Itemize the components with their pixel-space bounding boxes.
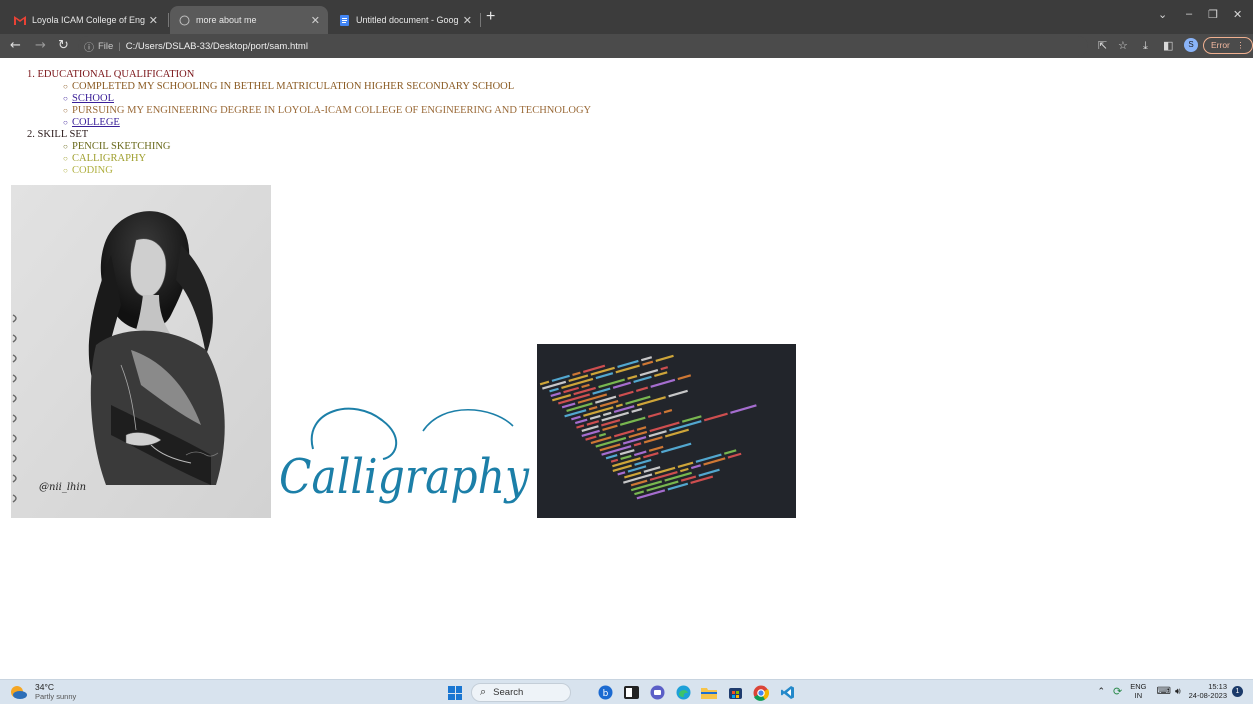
pencil-sketch-image: @nii_lhin: [11, 185, 271, 518]
weather-temp: 34°C: [35, 682, 54, 692]
share-icon[interactable]: ⇱: [1098, 39, 1107, 53]
tab-strip: Loyola ICAM College of Engineer ✕ more a…: [0, 0, 1253, 34]
tab-title: Loyola ICAM College of Engineer: [32, 15, 145, 25]
download-icon[interactable]: ⤓: [1143, 39, 1148, 53]
list-item-text: PENCIL SKETCHING: [72, 141, 171, 152]
tab-title: Untitled document - Google Doc: [356, 15, 459, 25]
circle-bullet-icon: ○: [63, 106, 68, 115]
url-scheme: File: [98, 40, 114, 52]
microsoft-store-icon[interactable]: [726, 684, 744, 701]
section-heading-education: 1. EDUCATIONAL QUALIFICATION: [27, 69, 195, 80]
taskbar-search[interactable]: ⌕ Search: [471, 683, 571, 702]
restore-icon[interactable]: ❐: [1208, 8, 1218, 21]
windows-start-icon[interactable]: [448, 686, 462, 700]
copilot-icon[interactable]: ⟳: [1113, 685, 1122, 698]
minimize-icon[interactable]: –: [1186, 8, 1192, 20]
tab-divider: [168, 13, 169, 27]
docs-icon: [338, 14, 350, 26]
error-label: Error: [1211, 40, 1230, 50]
list-item: ○ SCHOOL: [63, 93, 591, 105]
vscode-icon[interactable]: [778, 684, 796, 701]
section-heading-skills: 2. SKILL SET: [27, 129, 89, 140]
notification-badge[interactable]: 1: [1232, 685, 1243, 697]
circle-bullet-icon: ○: [63, 154, 68, 163]
list-item: ○ PENCIL SKETCHING: [63, 141, 591, 153]
circle-bullet-icon: ○: [63, 82, 68, 91]
url-text: C:/Users/DSLAB-33/Desktop/port/sam.html: [125, 40, 308, 52]
page-content: 1. EDUCATIONAL QUALIFICATION ○ COMPLETED…: [0, 58, 1253, 679]
profile-avatar[interactable]: S: [1184, 38, 1198, 52]
address-bar[interactable]: ⓘ File | C:/Users/DSLAB-33/Desktop/port/…: [78, 36, 1088, 56]
side-panel-icon[interactable]: ◧: [1163, 39, 1173, 53]
calligraphy-word: Calligraphy: [279, 449, 530, 505]
network-icon[interactable]: ⌨: [1157, 686, 1171, 697]
circle-bullet-icon: ○: [63, 166, 68, 175]
url-separator: |: [118, 40, 121, 52]
system-tray: ⌃ ⟳ ENG IN ⌨ 🔊︎ 15:13 24-08-2023 1: [1097, 682, 1243, 700]
forward-arrow-icon[interactable]: →: [35, 38, 46, 54]
browser-toolbar: ← → ↻ ⓘ File | C:/Users/DSLAB-33/Desktop…: [0, 34, 1253, 58]
tab-divider: [480, 13, 481, 27]
gmail-icon: [14, 14, 26, 26]
chrome-icon[interactable]: [752, 684, 770, 701]
code-screenshot-image: [537, 344, 796, 518]
chevron-up-icon[interactable]: ⌃: [1097, 686, 1105, 697]
circle-bullet-icon: ○: [63, 142, 68, 151]
sketch-signature: @nii_lhin: [39, 482, 86, 493]
list-item-text: PURSUING MY ENGINEERING DEGREE IN LOYOLA…: [72, 105, 592, 116]
teams-chat-icon[interactable]: [648, 684, 666, 701]
circle-bullet-icon: ○: [63, 118, 68, 127]
list-item: ○ CALLIGRAPHY: [63, 153, 591, 165]
edge-browser-icon[interactable]: [674, 684, 692, 701]
close-icon[interactable]: ✕: [463, 14, 472, 27]
kebab-menu-icon: ⋮: [1236, 40, 1245, 50]
taskbar: 34°C Partly sunny ⌕ Search b ⌃ ⟳ ENG IN …: [0, 679, 1253, 704]
close-icon[interactable]: ✕: [149, 14, 158, 27]
close-window-icon[interactable]: ✕: [1233, 8, 1242, 21]
language-region: IN: [1134, 691, 1143, 700]
school-link[interactable]: SCHOOL: [72, 93, 114, 105]
close-icon[interactable]: ✕: [311, 14, 320, 27]
back-arrow-icon[interactable]: ←: [10, 38, 21, 54]
weather-condition: Partly sunny: [35, 692, 77, 701]
svg-text:b: b: [602, 689, 608, 699]
list-item-text: COMPLETED MY SCHOOLING IN BETHEL MATRICU…: [72, 81, 515, 92]
tab-more-about-me[interactable]: more about me ✕: [170, 6, 328, 34]
clock-time: 15:13: [1208, 682, 1227, 691]
reload-icon[interactable]: ↻: [58, 38, 69, 54]
circle-bullet-icon: ○: [63, 94, 68, 103]
list-item-text: CODING: [72, 165, 113, 176]
language-indicator[interactable]: ENG IN: [1130, 682, 1146, 700]
list-item: ○ PURSUING MY ENGINEERING DEGREE IN LOYO…: [63, 105, 591, 117]
tab-search-chevron-icon[interactable]: ⌄: [1158, 8, 1167, 21]
bing-app-icon[interactable]: b: [596, 684, 614, 701]
globe-icon: [178, 14, 190, 26]
tab-loyola[interactable]: Loyola ICAM College of Engineer ✕: [6, 6, 166, 34]
tab-title: more about me: [196, 15, 257, 25]
main-list: 1. EDUCATIONAL QUALIFICATION ○ COMPLETED…: [27, 69, 591, 177]
college-link[interactable]: COLLEGE: [72, 117, 120, 129]
info-icon[interactable]: ⓘ: [84, 39, 94, 54]
new-tab-icon[interactable]: +: [486, 9, 495, 25]
list-item: ○ COMPLETED MY SCHOOLING IN BETHEL MATRI…: [63, 81, 591, 93]
partly-sunny-icon: [9, 684, 27, 700]
clock-date: 24-08-2023: [1188, 691, 1227, 700]
language-code: ENG: [1130, 682, 1147, 691]
calligraphy-image: Calligraphy: [273, 401, 535, 518]
task-view-icon[interactable]: [622, 684, 640, 701]
list-item: ○ COLLEGE: [63, 117, 591, 129]
bookmark-star-icon[interactable]: ☆: [1118, 39, 1128, 53]
list-item: ○ CODING: [63, 165, 591, 177]
tab-google-doc[interactable]: Untitled document - Google Doc ✕: [330, 6, 480, 34]
error-button[interactable]: Error ⋮: [1203, 37, 1253, 54]
clock[interactable]: 15:13 24-08-2023: [1189, 682, 1227, 700]
list-item-text: CALLIGRAPHY: [72, 153, 147, 164]
volume-icon[interactable]: 🔊︎: [1175, 686, 1181, 697]
weather-widget[interactable]: 34°C Partly sunny: [9, 683, 76, 701]
file-explorer-icon[interactable]: [700, 684, 718, 701]
search-placeholder: Search: [493, 687, 524, 698]
search-icon: ⌕: [480, 686, 487, 698]
